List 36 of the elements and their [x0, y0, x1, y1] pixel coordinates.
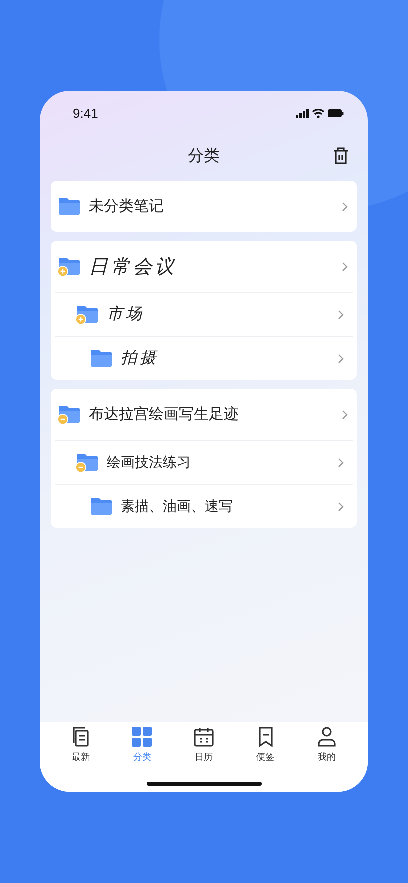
- folder-name: 布达拉宫绘画写生足迹: [89, 405, 240, 424]
- folder-row[interactable]: 日常会议: [51, 241, 357, 292]
- folder-name: 素描、油画、速写: [121, 498, 234, 516]
- chevron-icon: [338, 502, 344, 512]
- tab-bar-item[interactable]: 最新: [56, 726, 106, 764]
- folder-icon: [90, 348, 113, 369]
- chevron-icon: [338, 354, 344, 364]
- chevron-icon: [342, 202, 348, 212]
- folder-row[interactable]: 布达拉宫绘画写生足迹: [51, 389, 357, 440]
- status-time: 9:41: [73, 106, 98, 120]
- folder-icon: [58, 196, 81, 217]
- chevron-icon: [338, 310, 344, 320]
- folder-row[interactable]: 拍摄: [55, 336, 353, 380]
- chevron-icon: [342, 262, 348, 272]
- chevron-icon: [338, 458, 344, 468]
- tab-bar-item[interactable]: 我的: [302, 726, 352, 764]
- folder-name: 日常会议: [89, 254, 178, 280]
- folder-name: 拍摄: [121, 348, 160, 369]
- chevron-icon: [342, 410, 348, 420]
- status-icons: [296, 108, 344, 118]
- folder-row[interactable]: 绘画技法练习: [55, 440, 353, 484]
- calendar-icon: [192, 726, 215, 748]
- folder-name: 市场: [107, 304, 146, 325]
- tab-bar-item[interactable]: 日历: [178, 726, 229, 764]
- tab-bar-item[interactable]: 便签: [240, 726, 291, 764]
- folder-row[interactable]: 素描、油画、速写: [55, 484, 353, 528]
- folder-row[interactable]: 未分类笔记: [51, 181, 357, 232]
- trash-icon[interactable]: [333, 147, 349, 165]
- tab-bar-item[interactable]: 分类: [117, 726, 168, 764]
- folder-icon: [90, 496, 113, 517]
- folder-name: 未分类笔记: [89, 197, 165, 216]
- grid-icon: [131, 726, 154, 748]
- page-title: 分类: [188, 146, 220, 167]
- folder-name: 绘画技法练习: [107, 454, 192, 472]
- folder-row[interactable]: 市场: [55, 292, 353, 336]
- person-icon: [316, 726, 338, 748]
